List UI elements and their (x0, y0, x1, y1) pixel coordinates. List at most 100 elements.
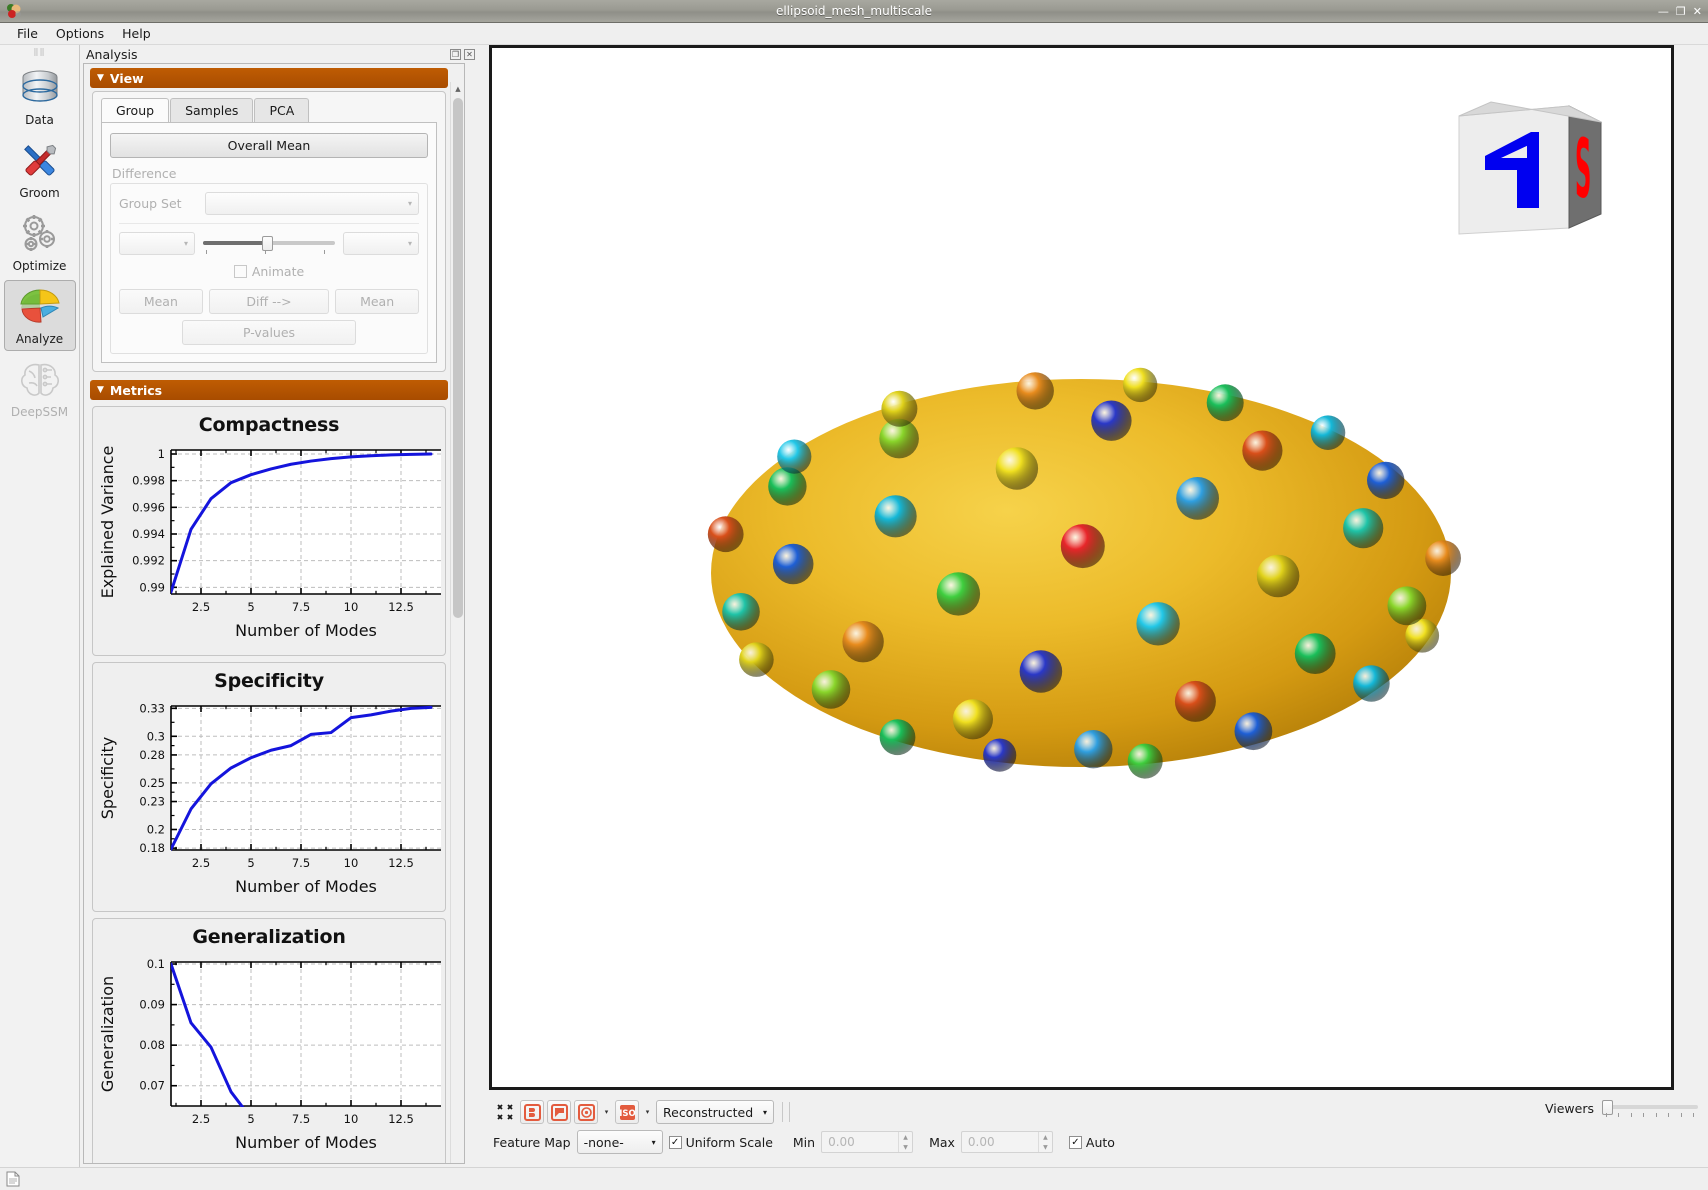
view-toolbar: ▾ ISO ▾ Reconstructed ▾ (489, 1098, 1674, 1126)
render-frame[interactable]: S (489, 45, 1674, 1090)
min-label: Min (792, 1134, 816, 1150)
left-mean-button[interactable]: Mean (119, 289, 203, 314)
correspondence-particle (768, 467, 807, 506)
show-surface-button[interactable] (574, 1100, 598, 1124)
feature-map-value: -none- (583, 1134, 624, 1150)
divider (119, 223, 419, 224)
correspondence-particle (881, 390, 918, 427)
sidebar-item-optimize[interactable]: Optimize (4, 207, 76, 278)
analysis-panel-header: Analysis ❐ ✕ (80, 45, 479, 63)
maximize-button[interactable]: ❐ (1676, 6, 1686, 17)
min-spinbox[interactable]: 0.00 ▲ ▼ (821, 1131, 914, 1153)
metrics-section-header[interactable]: ▼ Metrics (90, 380, 448, 400)
sidebar-item-label: Analyze (15, 332, 64, 346)
slider-ticks (1602, 1113, 1698, 1118)
specificity-chart-title: Specificity (214, 670, 324, 692)
document-icon (6, 1171, 20, 1187)
difference-group-label: Difference (112, 166, 177, 181)
sidebar-item-analyze[interactable]: Analyze (3, 280, 76, 351)
group-left-combo[interactable]: ▾ (119, 232, 195, 255)
correspondence-particle (1206, 384, 1244, 422)
tab-samples[interactable]: Samples (170, 98, 254, 122)
pvalues-button[interactable]: P-values (182, 320, 356, 345)
surface-dropdown-arrow[interactable]: ▾ (601, 1100, 612, 1124)
correspondence-particle (1353, 665, 1390, 702)
right-mean-button[interactable]: Mean (335, 289, 419, 314)
group-set-row: Group Set ▾ (119, 192, 419, 215)
svg-text:Number of Modes: Number of Modes (235, 1133, 377, 1152)
svg-text:5: 5 (247, 856, 254, 870)
slider-handle[interactable] (262, 235, 274, 251)
menu-file[interactable]: File (8, 24, 47, 43)
panel-float-button[interactable]: ❐ (450, 48, 461, 60)
viewers-slider[interactable] (1602, 1098, 1698, 1118)
correspondence-particle (874, 495, 917, 538)
menu-help[interactable]: Help (113, 24, 160, 43)
view-tabs: Group Samples PCA (101, 98, 437, 123)
auto-checkbox[interactable]: ✓ Auto (1068, 1135, 1115, 1150)
min-value: 0.00 (828, 1135, 855, 1149)
max-spinbox[interactable]: 0.00 ▲ ▼ (960, 1131, 1053, 1153)
svg-text:2.5: 2.5 (192, 1112, 210, 1126)
svg-text:5: 5 (247, 600, 254, 614)
generalization-chart-card[interactable]: Generalization 2.5 5 7.5 10 12.5 0.07 0.08 0.09… (92, 918, 446, 1163)
scroll-up-icon[interactable]: ▲ (451, 82, 464, 96)
minimize-button[interactable]: — (1658, 6, 1669, 17)
window-controls: — ❐ ✕ (1658, 6, 1702, 17)
correspondence-particle (1234, 712, 1273, 751)
correspondence-particle (722, 593, 760, 631)
show-glyphs-button[interactable] (547, 1100, 571, 1124)
svg-text:0.3: 0.3 (147, 729, 165, 743)
specificity-chart-card[interactable]: Specificity 2.5 5 7.5 10 12.5 0.18 0.2 0.23 0.25… (92, 662, 446, 912)
orientation-cube[interactable]: S (1451, 88, 1611, 248)
chevron-down-icon: ▾ (407, 239, 412, 248)
checkbox-box: ✓ (668, 1135, 682, 1149)
sidebar-item-data[interactable]: Data (4, 61, 76, 132)
analysis-scrollbar[interactable]: ▲ ▼ (450, 82, 464, 1163)
iso-dropdown-arrow[interactable]: ▾ (642, 1100, 653, 1124)
tab-pca[interactable]: PCA (254, 98, 310, 122)
view-section-header[interactable]: ▼ View (90, 68, 448, 88)
sidebar-item-groom[interactable]: Groom (4, 134, 76, 205)
spinner-arrows[interactable]: ▲ ▼ (898, 1132, 912, 1152)
group-set-combo[interactable]: ▾ (205, 192, 419, 215)
overall-mean-button[interactable]: Overall Mean (110, 133, 428, 158)
sidebar-drag-handle[interactable]: ⣿⣿ (0, 45, 79, 59)
spinner-arrows[interactable]: ▲ ▼ (1037, 1132, 1052, 1152)
generalization-chart-title: Generalization (192, 926, 346, 948)
analysis-panel: Analysis ❐ ✕ ▼ View Group Samples PCA Ov… (80, 45, 479, 1167)
isosurface-button[interactable]: ISO (615, 1100, 639, 1124)
animate-checkbox[interactable]: Animate (233, 264, 305, 279)
auto-view-button[interactable] (520, 1100, 544, 1124)
diff-button[interactable]: Diff --> (208, 289, 330, 314)
shrink-icon (497, 1104, 513, 1120)
correspondence-particle (995, 447, 1039, 490)
menu-options[interactable]: Options (47, 24, 113, 43)
max-label: Max (929, 1134, 955, 1150)
panel-close-button[interactable]: ✕ (464, 48, 475, 60)
animate-label: Animate (251, 264, 305, 279)
tab-group[interactable]: Group (101, 98, 170, 122)
correspondence-particle (1242, 430, 1283, 471)
svg-text:7.5: 7.5 (292, 1112, 310, 1126)
svg-text:0.23: 0.23 (139, 795, 165, 809)
analysis-panel-body: ▼ View Group Samples PCA Overall Mean Di… (83, 63, 465, 1164)
uniform-scale-checkbox[interactable]: ✓ Uniform Scale (668, 1134, 773, 1150)
render-canvas[interactable]: S (492, 48, 1671, 1087)
iso-icon: ISO (619, 1104, 635, 1120)
close-button[interactable]: ✕ (1693, 6, 1702, 17)
scrollbar-thumb[interactable] (453, 98, 463, 618)
uniform-scale-label: Uniform Scale (685, 1134, 773, 1150)
group-blend-slider[interactable] (203, 233, 335, 255)
correspondence-particle (1019, 650, 1063, 693)
sidebar-item-deepssm[interactable]: DeepSSM (4, 353, 76, 424)
display-mode-combo[interactable]: Reconstructed ▾ (656, 1100, 774, 1124)
reset-view-button[interactable] (493, 1100, 517, 1124)
svg-text:Explained Variance: Explained Variance (98, 446, 117, 599)
sidebar-item-label: Optimize (12, 259, 67, 273)
compactness-chart-card[interactable]: Compactness 2.5 5 7.5 10 12.5 0.99 0.992 0.994 0… (92, 406, 446, 656)
group-right-combo[interactable]: ▾ (343, 232, 419, 255)
svg-text:0.25: 0.25 (139, 776, 165, 790)
feature-map-combo[interactable]: -none- ▾ (576, 1130, 663, 1154)
slider-track (1602, 1105, 1698, 1109)
